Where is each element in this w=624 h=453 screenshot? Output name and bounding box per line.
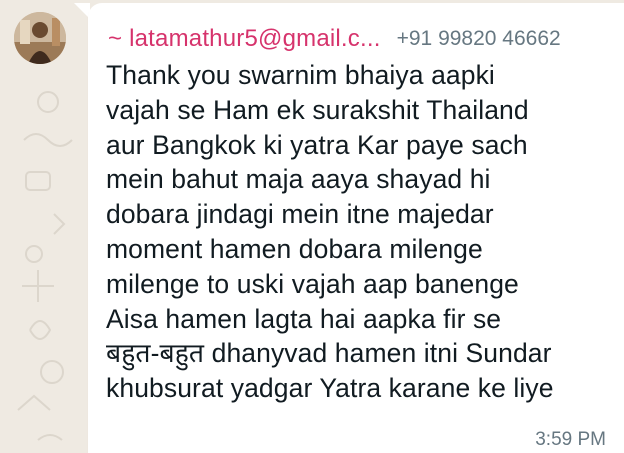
avatar[interactable] — [14, 12, 66, 64]
message-text: Thank you swarnim bhaiya aapki vajah se … — [106, 60, 554, 404]
sender-row: ~ latamathur5@gmail.c... +91 99820 46662 — [108, 24, 608, 54]
avatar-photo-icon — [14, 12, 66, 64]
sender-name[interactable]: ~ latamathur5@gmail.c... — [108, 25, 381, 53]
sender-phone[interactable]: +91 99820 46662 — [397, 27, 561, 51]
message-timestamp: 3:59 PM — [535, 429, 606, 450]
